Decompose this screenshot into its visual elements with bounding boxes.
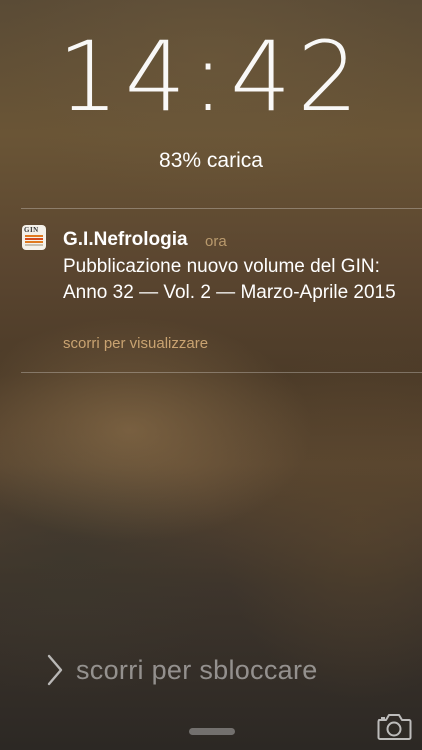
slide-to-unlock[interactable]: scorri per sbloccare	[44, 652, 318, 688]
notification-app-name: G.I.Nefrologia	[63, 229, 188, 250]
battery-status: 83% carica	[159, 149, 263, 172]
unlock-hint: scorri per sbloccare	[76, 655, 318, 685]
notification-divider-top	[21, 208, 422, 209]
camera-icon[interactable]	[376, 711, 412, 741]
clock: 14:42	[57, 21, 365, 133]
control-center-grabber[interactable]	[189, 728, 235, 735]
chevron-right-icon	[47, 654, 63, 686]
lock-screen: 14:42 83% carica GIN G.I.Nefrologia ora …	[0, 0, 422, 750]
notification-time: ora	[205, 233, 227, 250]
notification-action-hint: scorri per visualizzare	[63, 335, 209, 352]
notification-divider-bottom	[21, 372, 422, 373]
notification-message: Pubblicazione nuovo volume del GIN: Anno…	[63, 256, 396, 303]
gin-app-icon: GIN	[22, 225, 46, 250]
app-icon-text: GIN	[24, 226, 39, 234]
